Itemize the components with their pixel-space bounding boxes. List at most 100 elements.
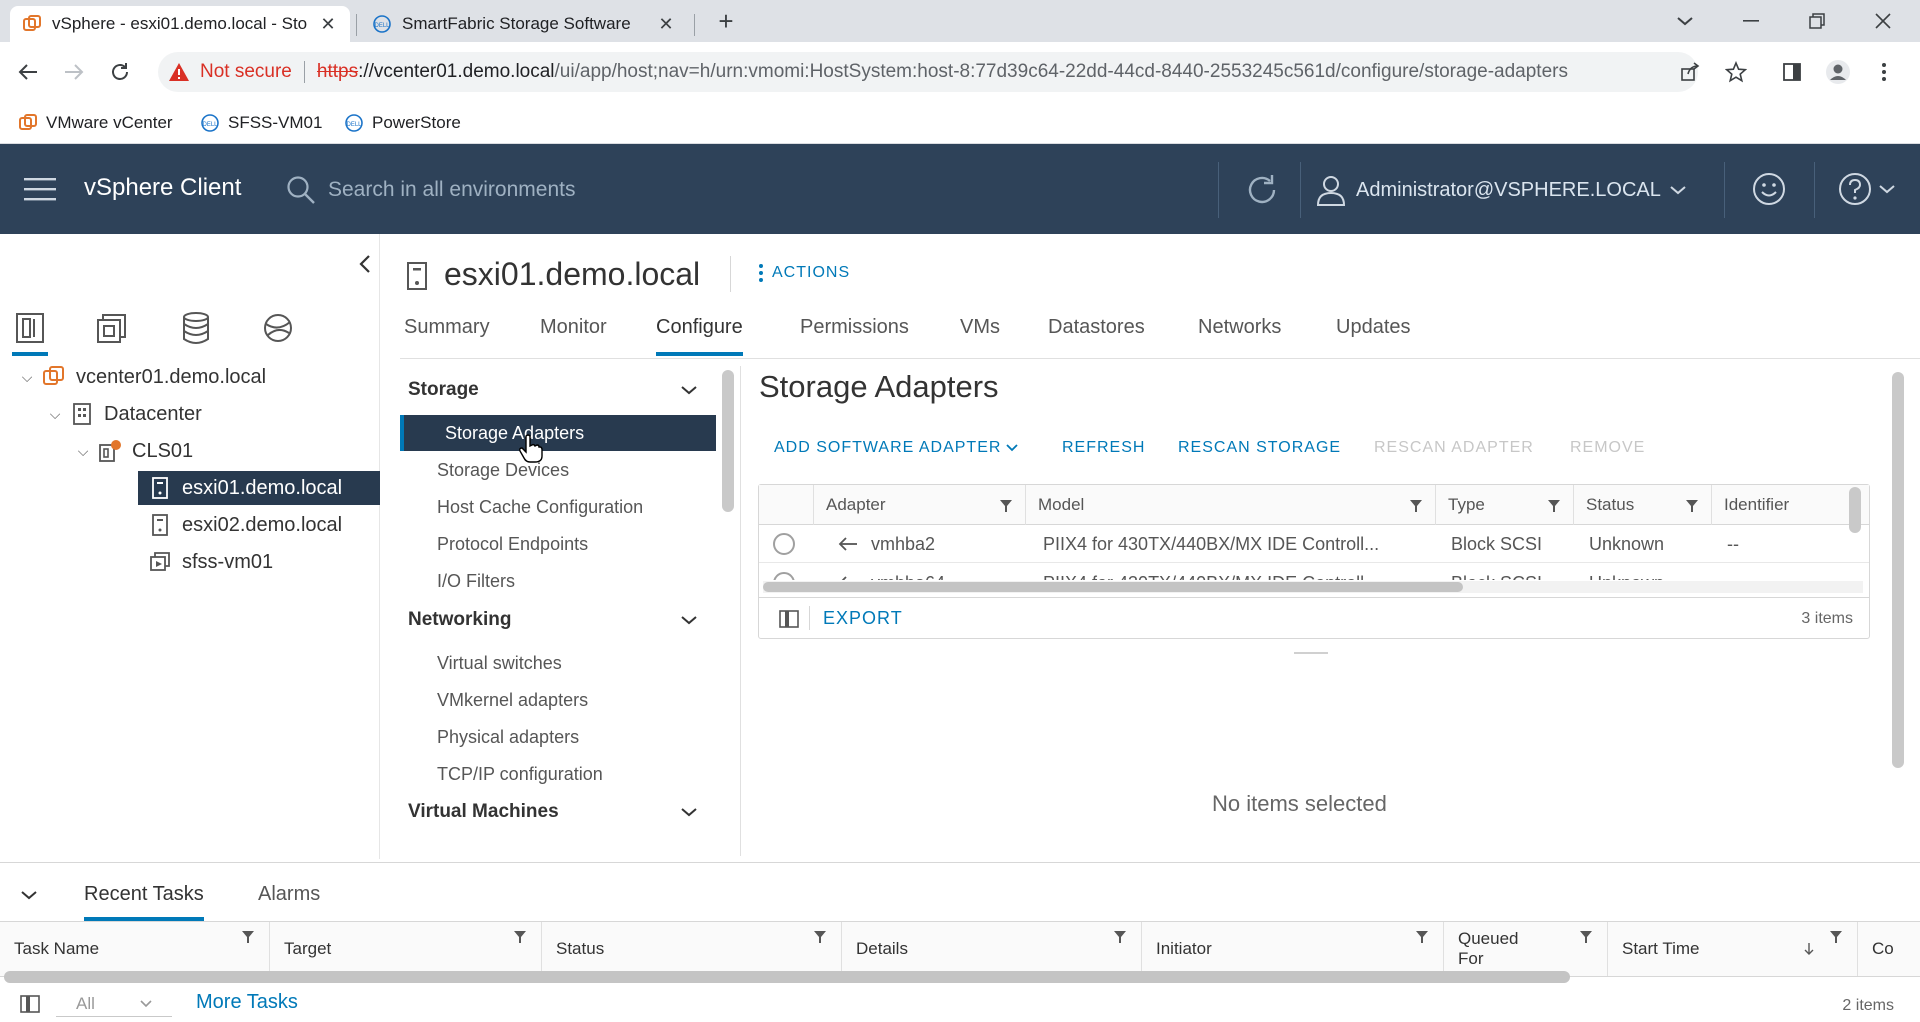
add-software-adapter-button[interactable]: ADD SOFTWARE ADAPTER xyxy=(774,439,1019,457)
address-bar[interactable]: Not secure https://vcenter01.demo.local/… xyxy=(158,52,1698,92)
column-header-queued-for[interactable]: Queued For xyxy=(1444,922,1608,976)
restore-window-button[interactable] xyxy=(1802,8,1832,34)
table-row[interactable]: vmhba2 PIIX4 for 430TX/440BX/MX IDE Cont… xyxy=(759,525,1869,563)
resize-handle[interactable] xyxy=(1294,652,1328,654)
section-storage[interactable]: Storage xyxy=(408,373,698,407)
filter-icon[interactable] xyxy=(1579,930,1593,944)
user-menu[interactable]: Administrator@VSPHERE.LOCAL xyxy=(1316,172,1687,208)
grid-vertical-scrollbar[interactable] xyxy=(1849,487,1861,533)
tree-item-cluster[interactable]: ⌵ CLS01 xyxy=(72,434,376,468)
close-tab-icon[interactable]: ✕ xyxy=(318,14,338,35)
nav-host-cache-configuration[interactable]: Host Cache Configuration xyxy=(400,489,716,525)
browser-menu-button[interactable] xyxy=(1868,56,1900,88)
chevron-down-icon[interactable]: ⌵ xyxy=(44,406,66,423)
bookmark-sfss-vm01[interactable]: DELL SFSS-VM01 xyxy=(200,110,322,136)
help-menu-button[interactable] xyxy=(1838,172,1896,206)
section-networking[interactable]: Networking xyxy=(408,603,698,637)
feedback-button[interactable] xyxy=(1752,172,1786,206)
tree-item-sfss-vm01[interactable]: sfss-vm01 xyxy=(138,545,376,579)
column-header-task-name[interactable]: Task Name xyxy=(0,922,270,976)
refresh-adapters-button[interactable]: REFRESH xyxy=(1062,439,1145,457)
vms-templates-view-tab[interactable] xyxy=(94,306,130,350)
rescan-adapter-button[interactable]: RESCAN ADAPTER xyxy=(1374,439,1534,457)
column-toggle-icon[interactable] xyxy=(779,610,799,628)
nav-io-filters[interactable]: I/O Filters xyxy=(400,563,716,599)
filter-icon[interactable] xyxy=(999,499,1013,513)
scrollbar-thumb[interactable] xyxy=(763,582,1463,592)
back-button[interactable] xyxy=(12,56,44,88)
tasks-horizontal-scrollbar[interactable] xyxy=(4,969,1908,983)
nav-protocol-endpoints[interactable]: Protocol Endpoints xyxy=(400,526,716,562)
column-header-identifier[interactable]: Identifier xyxy=(1711,485,1841,525)
nav-tcpip-configuration[interactable]: TCP/IP configuration xyxy=(400,756,716,792)
global-search-input[interactable]: Search in all environments xyxy=(286,170,1186,210)
column-header-target[interactable]: Target xyxy=(270,922,542,976)
section-virtual-machines[interactable]: Virtual Machines xyxy=(408,795,698,829)
column-header-completion[interactable]: Co xyxy=(1858,922,1920,976)
tree-item-esxi02[interactable]: esxi02.demo.local xyxy=(138,508,376,542)
column-header-status[interactable]: Status xyxy=(1573,485,1711,525)
nav-physical-adapters[interactable]: Physical adapters xyxy=(400,719,716,755)
column-header-details[interactable]: Details xyxy=(842,922,1142,976)
security-label[interactable]: Not secure xyxy=(200,61,292,83)
tab-summary[interactable]: Summary xyxy=(404,316,490,356)
forward-button[interactable] xyxy=(58,56,90,88)
nav-virtual-switches[interactable]: Virtual switches xyxy=(400,645,716,681)
tab-datastores[interactable]: Datastores xyxy=(1048,316,1145,356)
nav-storage-devices[interactable]: Storage Devices xyxy=(400,452,716,488)
column-header-initiator[interactable]: Initiator xyxy=(1142,922,1444,976)
tab-networks[interactable]: Networks xyxy=(1198,316,1281,356)
profile-button[interactable] xyxy=(1822,56,1854,88)
collapse-navigator-button[interactable] xyxy=(358,254,372,274)
tab-configure[interactable]: Configure xyxy=(656,316,743,356)
tree-item-datacenter[interactable]: ⌵ Datacenter xyxy=(44,397,376,431)
column-toggle-icon[interactable] xyxy=(20,995,40,1013)
task-filter-select[interactable]: All xyxy=(56,991,172,1017)
table-row[interactable]: vmhba64 PIIX4 for 430TX/440BX/MX IDE Con… xyxy=(759,564,1869,580)
browser-tab-vsphere[interactable]: vSphere - esxi01.demo.local - Sto ✕ xyxy=(10,6,350,42)
column-header-status[interactable]: Status xyxy=(542,922,842,976)
storage-view-tab[interactable] xyxy=(178,306,214,350)
close-tab-icon[interactable]: ✕ xyxy=(656,14,676,35)
sort-descending-icon[interactable] xyxy=(1803,942,1815,956)
new-tab-button[interactable]: + xyxy=(712,8,740,36)
column-header-start-time[interactable]: Start Time xyxy=(1608,922,1858,976)
tab-search-chevron-icon[interactable] xyxy=(1670,8,1700,34)
scrollbar-thumb[interactable] xyxy=(4,971,1570,983)
share-button[interactable] xyxy=(1674,56,1706,88)
tab-monitor[interactable]: Monitor xyxy=(540,316,607,356)
chevron-down-icon[interactable]: ⌵ xyxy=(72,443,94,460)
browser-tab-sfss[interactable]: DELL SmartFabric Storage Software ✕ xyxy=(360,6,688,42)
grid-horizontal-scrollbar[interactable] xyxy=(763,581,1863,593)
subnav-scrollbar[interactable] xyxy=(722,370,734,512)
actions-menu-button[interactable]: ACTIONS xyxy=(758,263,850,283)
bookmark-powerstore[interactable]: DELL PowerStore xyxy=(344,110,461,136)
tab-recent-tasks[interactable]: Recent Tasks xyxy=(84,883,204,921)
tab-updates[interactable]: Updates xyxy=(1336,316,1411,356)
hosts-clusters-view-tab[interactable] xyxy=(12,306,48,356)
more-tasks-link[interactable]: More Tasks xyxy=(196,991,298,1014)
filter-icon[interactable] xyxy=(513,930,527,944)
filter-icon[interactable] xyxy=(1829,930,1843,944)
filter-icon[interactable] xyxy=(1409,499,1423,513)
reload-button[interactable] xyxy=(104,56,136,88)
export-button[interactable]: EXPORT xyxy=(823,608,903,629)
filter-icon[interactable] xyxy=(813,930,827,944)
tab-permissions[interactable]: Permissions xyxy=(800,316,909,356)
tree-item-esxi01[interactable]: esxi01.demo.local xyxy=(138,471,380,505)
hamburger-menu-button[interactable] xyxy=(24,176,56,202)
minimize-window-button[interactable] xyxy=(1736,8,1766,34)
bookmark-vmware-vcenter[interactable]: VMware vCenter xyxy=(18,110,173,136)
refresh-button[interactable] xyxy=(1244,172,1280,208)
collapse-tasks-button[interactable] xyxy=(20,889,38,901)
side-panel-button[interactable] xyxy=(1776,56,1808,88)
url-text[interactable]: https://vcenter01.demo.local/ui/app/host… xyxy=(317,61,1568,83)
filter-icon[interactable] xyxy=(1415,930,1429,944)
main-vertical-scrollbar[interactable] xyxy=(1892,372,1904,768)
filter-icon[interactable] xyxy=(241,930,255,944)
column-header-model[interactable]: Model xyxy=(1025,485,1435,525)
tab-alarms[interactable]: Alarms xyxy=(258,883,320,921)
networking-view-tab[interactable] xyxy=(260,306,296,350)
tab-vms[interactable]: VMs xyxy=(960,316,1000,356)
filter-icon[interactable] xyxy=(1547,499,1561,513)
